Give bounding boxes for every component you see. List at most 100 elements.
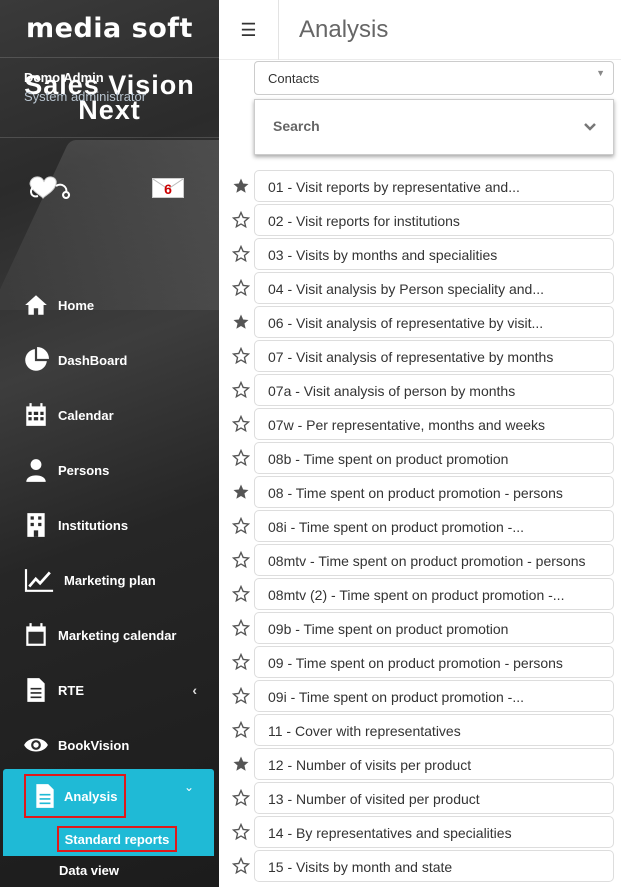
star-outline-icon[interactable]: [232, 653, 250, 671]
report-row: 13 - Number of visited per product: [230, 782, 614, 815]
report-item[interactable]: 08mtv - Time spent on product promotion …: [254, 544, 614, 576]
nav-label-rte: RTE: [58, 682, 84, 698]
nav-label-dashboard: DashBoard: [58, 352, 128, 368]
star-outline-icon[interactable]: [232, 551, 250, 569]
report-row: 08i - Time spent on product promotion -.…: [230, 510, 614, 543]
hamburger-icon[interactable]: ☰: [219, 0, 279, 60]
report-row: 08mtv (2) - Time spent on product promot…: [230, 578, 614, 611]
report-row: 08b - Time spent on product promotion: [230, 442, 614, 475]
nav-label-institutions: Institutions: [58, 517, 129, 533]
nav-item-dashboard[interactable]: DashBoard: [0, 336, 219, 384]
star-outline-icon[interactable]: [232, 585, 250, 603]
report-row: 07w - Per representative, months and wee…: [230, 408, 614, 441]
nav-label-marketing-plan: Marketing plan: [64, 572, 156, 588]
eye-icon: [22, 731, 50, 759]
report-item[interactable]: 13 - Number of visited per product: [254, 782, 614, 814]
analysis-document-icon: [36, 784, 54, 808]
submenu-standard-reports[interactable]: Standard reports: [57, 826, 177, 852]
nav-item-home[interactable]: Home: [0, 281, 219, 329]
user-panel: 6: [0, 138, 219, 273]
report-item[interactable]: 08b - Time spent on product promotion: [254, 442, 614, 474]
star-outline-icon[interactable]: [232, 449, 250, 467]
nav-item-rte[interactable]: RTE ‹: [0, 666, 219, 714]
report-row: 09 - Time spent on product promotion - p…: [230, 646, 614, 679]
star-outline-icon[interactable]: [232, 211, 250, 229]
star-outline-icon[interactable]: [232, 687, 250, 705]
document-icon: [22, 676, 50, 704]
report-row: 08mtv - Time spent on product promotion …: [230, 544, 614, 577]
star-outline-icon[interactable]: [232, 347, 250, 365]
nav-item-calendar[interactable]: Calendar: [0, 391, 219, 439]
report-row: 12 - Number of visits per product: [230, 748, 614, 781]
star-outline-icon[interactable]: [232, 857, 250, 875]
star-outline-icon[interactable]: [232, 721, 250, 739]
report-item[interactable]: 08mtv (2) - Time spent on product promot…: [254, 578, 614, 610]
report-row: 01 - Visit reports by representative and…: [230, 170, 614, 203]
building-icon: [22, 511, 50, 539]
star-outline-icon[interactable]: [232, 619, 250, 637]
mediasoft-logo[interactable]: media soft: [26, 13, 193, 44]
messages-count: 6: [164, 181, 172, 197]
nav-item-marketing-plan[interactable]: Marketing plan: [0, 556, 219, 604]
star-outline-icon[interactable]: [232, 823, 250, 841]
report-item[interactable]: 07w - Per representative, months and wee…: [254, 408, 614, 440]
report-item[interactable]: 06 - Visit analysis of representative by…: [254, 306, 614, 338]
chevron-down-icon[interactable]: [583, 120, 597, 134]
star-filled-icon[interactable]: [232, 755, 250, 773]
report-item[interactable]: 12 - Number of visits per product: [254, 748, 614, 780]
report-item[interactable]: 02 - Visit reports for institutions: [254, 204, 614, 236]
report-item[interactable]: 08 - Time spent on product promotion - p…: [254, 476, 614, 508]
report-item[interactable]: 07 - Visit analysis of representative by…: [254, 340, 614, 372]
nav-item-institutions[interactable]: Institutions: [0, 501, 219, 549]
report-row: 11 - Cover with representatives: [230, 714, 614, 747]
nav-label-calendar: Calendar: [58, 407, 114, 423]
report-row: 04 - Visit analysis by Person speciality…: [230, 272, 614, 305]
analysis-menu-highlight[interactable]: Analysis: [24, 774, 126, 818]
chevron-left-icon[interactable]: ‹: [192, 682, 197, 698]
report-item[interactable]: 09 - Time spent on product promotion - p…: [254, 646, 614, 678]
report-item[interactable]: 01 - Visit reports by representative and…: [254, 170, 614, 202]
star-outline-icon[interactable]: [232, 789, 250, 807]
search-label: Search: [273, 118, 320, 134]
nav-item-bookvision[interactable]: BookVision: [0, 721, 219, 769]
user-role: System administrator: [24, 89, 147, 104]
messages-badge[interactable]: 6: [152, 178, 184, 198]
star-outline-icon[interactable]: [232, 279, 250, 297]
chevron-down-icon[interactable]: ⌄: [184, 780, 194, 794]
star-outline-icon[interactable]: [232, 245, 250, 263]
calendar-grid-icon: [22, 401, 50, 429]
pie-chart-icon: [22, 346, 50, 374]
star-filled-icon[interactable]: [232, 313, 250, 331]
top-header: ☰ Analysis: [219, 0, 621, 60]
line-chart-icon: [22, 566, 56, 594]
report-item[interactable]: 08i - Time spent on product promotion -.…: [254, 510, 614, 542]
star-outline-icon[interactable]: [232, 517, 250, 535]
logo-area: media soft: [0, 0, 219, 58]
contacts-select[interactable]: Contacts ▼: [254, 61, 614, 95]
report-item[interactable]: 11 - Cover with representatives: [254, 714, 614, 746]
star-outline-icon[interactable]: [232, 381, 250, 399]
report-row: 07a - Visit analysis of person by months: [230, 374, 614, 407]
home-icon: [22, 291, 50, 319]
star-filled-icon[interactable]: [232, 177, 250, 195]
user-name: Demo Admin: [24, 70, 104, 85]
search-panel[interactable]: Search: [254, 99, 614, 155]
report-item[interactable]: 03 - Visits by months and specialities: [254, 238, 614, 270]
nav-item-persons[interactable]: Persons: [0, 446, 219, 494]
report-item[interactable]: 09i - Time spent on product promotion -.…: [254, 680, 614, 712]
star-outline-icon[interactable]: [232, 415, 250, 433]
sidebar: media soft Sales Vision Next 6 Demo Admi…: [0, 0, 219, 887]
star-filled-icon[interactable]: [232, 483, 250, 501]
report-row: 15 - Visits by month and state: [230, 850, 614, 883]
user-avatar-icon[interactable]: [24, 172, 76, 200]
report-item[interactable]: 09b - Time spent on product promotion: [254, 612, 614, 644]
report-item[interactable]: 14 - By representatives and specialities: [254, 816, 614, 848]
nav-label-marketing-calendar: Marketing calendar: [58, 627, 177, 643]
report-item[interactable]: 07a - Visit analysis of person by months: [254, 374, 614, 406]
report-row: 07 - Visit analysis of representative by…: [230, 340, 614, 373]
nav-item-marketing-calendar[interactable]: Marketing calendar: [0, 611, 219, 659]
report-item[interactable]: 04 - Visit analysis by Person speciality…: [254, 272, 614, 304]
submenu-data-view[interactable]: Data view: [59, 863, 119, 878]
report-item[interactable]: 15 - Visits by month and state: [254, 850, 614, 882]
caret-down-icon: ▼: [596, 68, 605, 78]
